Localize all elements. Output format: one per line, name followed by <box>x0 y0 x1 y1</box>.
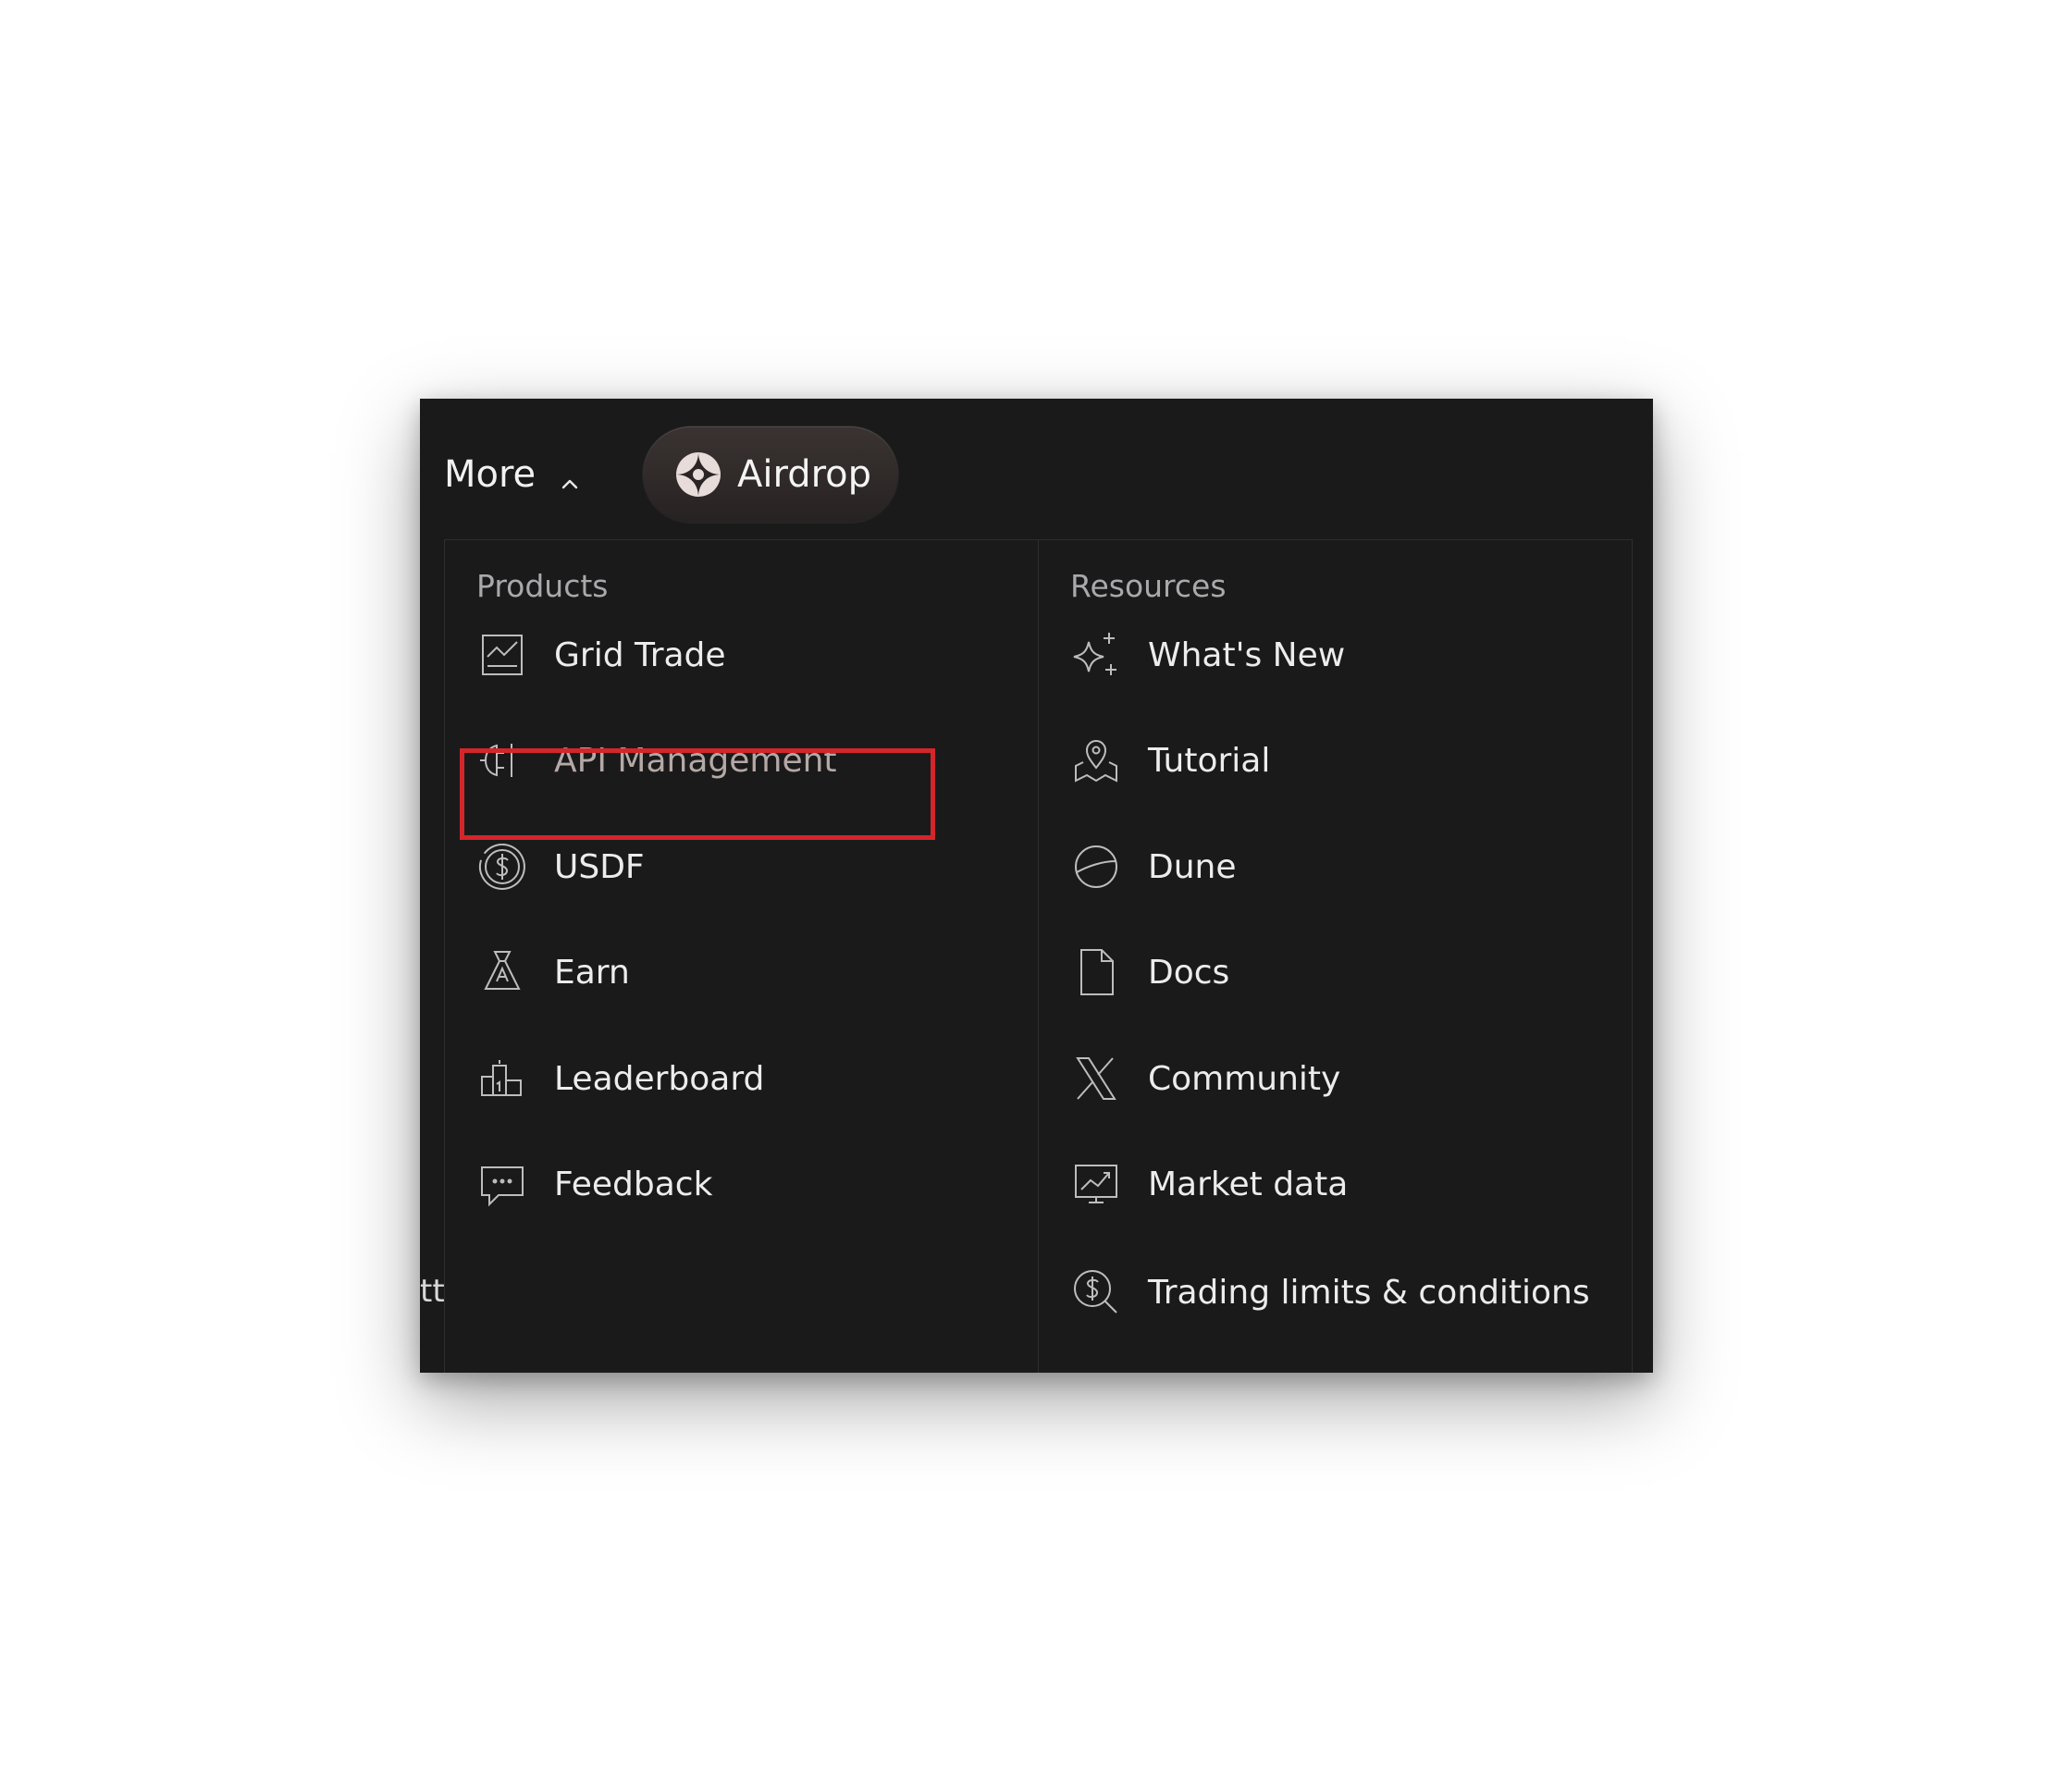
menu-item-trading-limits[interactable]: Trading limits & conditions <box>1070 1260 1590 1325</box>
menu-item-dune[interactable]: Dune <box>1070 834 1237 899</box>
sparkle-icon <box>1070 629 1122 681</box>
more-dropdown-menu: Products Grid Trade API Management USDF … <box>444 539 1633 1373</box>
resources-column: Resources What's New Tutorial Dune Docs … <box>1038 540 1632 1373</box>
menu-item-label: Community <box>1148 1059 1341 1098</box>
monitor-chart-icon <box>1070 1158 1122 1210</box>
dollar-search-icon <box>1070 1266 1122 1318</box>
menu-item-label: Leaderboard <box>554 1059 765 1098</box>
x-logo-icon <box>1070 1053 1122 1104</box>
menu-item-label: What's New <box>1148 635 1346 674</box>
menu-item-label: Dune <box>1148 847 1237 886</box>
menu-item-label: Grid Trade <box>554 635 726 674</box>
menu-item-label: Trading limits & conditions <box>1148 1273 1590 1312</box>
chat-bubble-icon <box>476 1158 528 1210</box>
menu-item-label: Market data <box>1148 1165 1349 1203</box>
menu-item-earn[interactable]: Earn <box>476 940 630 1005</box>
resources-heading: Resources <box>1070 568 1227 604</box>
menu-item-tutorial[interactable]: Tutorial <box>1070 728 1270 793</box>
airdrop-logo-icon <box>674 450 722 499</box>
clipped-background-text: tt <box>420 1273 445 1310</box>
podium-icon <box>476 1053 528 1104</box>
menu-item-api-management[interactable]: API Management <box>476 728 837 793</box>
menu-item-usdf[interactable]: USDF <box>476 834 645 899</box>
top-nav-bar: More Airdrop <box>420 399 1653 537</box>
menu-item-grid-trade[interactable]: Grid Trade <box>476 623 726 687</box>
menu-item-label: USDF <box>554 847 645 886</box>
airdrop-button[interactable]: Airdrop <box>643 426 898 523</box>
document-icon <box>1070 946 1122 998</box>
products-heading: Products <box>476 568 609 604</box>
dollar-circle-icon <box>476 841 528 893</box>
dark-nav-panel: More Airdrop Products Grid Trade API Man… <box>420 399 1653 1373</box>
menu-item-docs[interactable]: Docs <box>1070 940 1229 1005</box>
airdrop-label: Airdrop <box>737 453 872 496</box>
menu-item-label: Tutorial <box>1148 741 1271 780</box>
plug-icon <box>476 734 528 786</box>
menu-item-community[interactable]: Community <box>1070 1046 1340 1111</box>
money-bag-icon <box>476 946 528 998</box>
menu-item-label: Feedback <box>554 1165 713 1203</box>
menu-item-whats-new[interactable]: What's New <box>1070 623 1345 687</box>
menu-item-leaderboard[interactable]: Leaderboard <box>476 1046 764 1111</box>
menu-item-label: Docs <box>1148 953 1230 992</box>
products-column: Products Grid Trade API Management USDF … <box>445 540 1038 1373</box>
chevron-up-icon <box>558 462 582 489</box>
menu-item-market-data[interactable]: Market data <box>1070 1152 1348 1216</box>
chart-board-icon <box>476 629 528 681</box>
more-menu-button[interactable]: More <box>444 447 582 502</box>
screenshot-stage: More Airdrop Products Grid Trade API Man… <box>0 0 2072 1776</box>
map-pin-icon <box>1070 734 1122 786</box>
menu-item-label: API Management <box>554 741 837 780</box>
more-label: More <box>444 453 536 496</box>
menu-item-label: Earn <box>554 953 630 992</box>
menu-item-feedback[interactable]: Feedback <box>476 1152 712 1216</box>
globe-half-icon <box>1070 841 1122 893</box>
